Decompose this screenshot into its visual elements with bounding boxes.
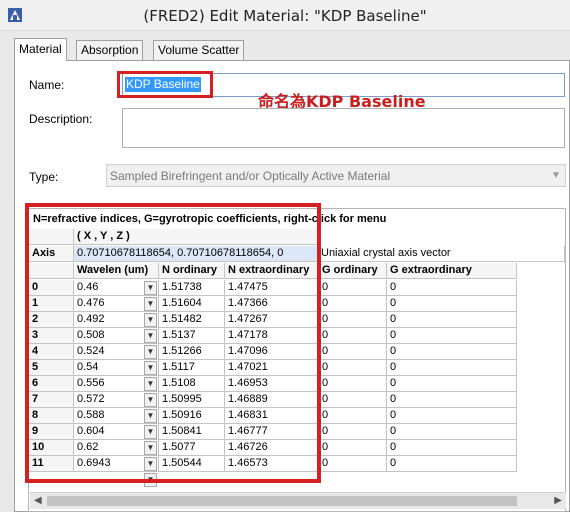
window-title: (FRED2) Edit Material: "KDP Baseline" <box>143 7 427 25</box>
description-label: Description: <box>29 112 93 126</box>
name-label: Name: <box>29 78 65 92</box>
table-cell-go[interactable]: 0 <box>319 312 387 328</box>
description-input[interactable] <box>122 108 565 148</box>
scroll-left-icon[interactable]: ◀ <box>34 495 42 506</box>
type-label: Type: <box>29 170 59 184</box>
column-header: G extraordinary <box>387 263 517 279</box>
table-cell-ge[interactable]: 0 <box>387 376 517 392</box>
table-cell-ge[interactable]: 0 <box>387 296 517 312</box>
tab-material[interactable]: Material <box>14 38 67 61</box>
table-cell-go[interactable]: 0 <box>319 296 387 312</box>
table-cell-go[interactable]: 0 <box>319 440 387 456</box>
table-cell-ge[interactable]: 0 <box>387 344 517 360</box>
table-cell-ge[interactable]: 0 <box>387 408 517 424</box>
chevron-down-icon: ▼ <box>551 170 561 181</box>
tab-volume-scatter[interactable]: Volume Scatter <box>153 40 245 60</box>
table-cell-go[interactable]: 0 <box>319 424 387 440</box>
scroll-right-icon[interactable]: ▶ <box>554 495 562 506</box>
table-cell-go[interactable]: 0 <box>319 280 387 296</box>
type-select[interactable]: Sampled Birefringent and/or Optically Ac… <box>106 164 566 187</box>
table-cell-go[interactable]: 0 <box>319 408 387 424</box>
table-cell-ge[interactable]: 0 <box>387 328 517 344</box>
table-cell-go[interactable]: 0 <box>319 328 387 344</box>
table-cell-ge[interactable]: 0 <box>387 280 517 296</box>
table-cell-ge[interactable]: 0 <box>387 424 517 440</box>
table-cell-go[interactable]: 0 <box>319 392 387 408</box>
title-bar: (FRED2) Edit Material: "KDP Baseline" <box>0 0 570 31</box>
table-cell-go[interactable]: 0 <box>319 376 387 392</box>
table-cell-go[interactable]: 0 <box>319 360 387 376</box>
table-cell-ge[interactable]: 0 <box>387 456 517 472</box>
axis-description-cell: Uniaxial crystal axis vector <box>318 246 565 262</box>
horizontal-scrollbar[interactable]: ◀ ▶ <box>30 492 566 509</box>
column-header: G ordinary <box>319 263 387 279</box>
tab-absorption[interactable]: Absorption <box>76 40 144 60</box>
table-cell-ge[interactable]: 0 <box>387 440 517 456</box>
scrollbar-thumb[interactable] <box>47 496 517 506</box>
table-cell-go[interactable]: 0 <box>319 344 387 360</box>
grid-highlight-box <box>25 203 321 483</box>
table-cell-go[interactable]: 0 <box>319 456 387 472</box>
type-value: Sampled Birefringent and/or Optically Ac… <box>110 169 391 183</box>
name-highlight-box <box>117 71 213 98</box>
table-cell-ge[interactable]: 0 <box>387 312 517 328</box>
table-cell-ge[interactable]: 0 <box>387 392 517 408</box>
table-cell-ge[interactable]: 0 <box>387 360 517 376</box>
